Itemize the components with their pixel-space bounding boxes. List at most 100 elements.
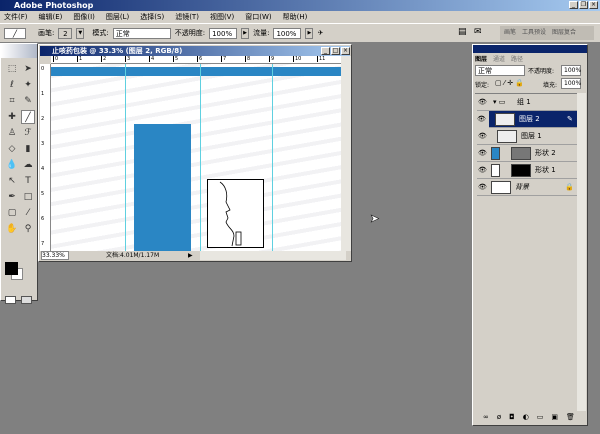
doc-info[interactable]: 文档:4.01M/1.17M <box>106 251 159 261</box>
healing-brush-tool-icon[interactable]: ✚ <box>5 110 19 124</box>
shape-tool-icon[interactable]: □ <box>21 190 35 204</box>
crop-tool-icon[interactable]: ⌗ <box>5 94 19 108</box>
layer-background[interactable]: 👁 背景 🔒 <box>477 179 577 196</box>
flow-slider-button[interactable]: ▶ <box>305 27 314 39</box>
menu-window[interactable]: 窗口(W) <box>245 11 271 23</box>
zoom-field[interactable]: 33.33% <box>41 251 69 260</box>
palette-well-layer-comps[interactable]: 图层复合 <box>552 26 576 40</box>
eraser-tool-icon[interactable]: ◇ <box>5 142 19 156</box>
doc-minimize-button[interactable]: _ <box>321 47 330 55</box>
hand-tool-icon[interactable]: ✋ <box>5 222 19 236</box>
dodge-tool-icon[interactable]: ☁ <box>21 158 35 172</box>
history-brush-tool-icon[interactable]: ℱ <box>21 126 35 140</box>
path-selection-tool-icon[interactable]: ↖ <box>5 174 19 188</box>
layer-style-icon[interactable]: ø <box>497 413 501 421</box>
clone-stamp-tool-icon[interactable]: ♙ <box>5 126 19 140</box>
vertical-ruler[interactable]: 0 1 2 3 4 5 6 7 <box>40 64 51 251</box>
top-blue-band <box>51 67 341 76</box>
horizontal-scrollbar[interactable] <box>200 251 346 260</box>
canvas[interactable] <box>51 64 341 251</box>
brush-tool-preset-icon[interactable]: ╱ <box>4 27 26 39</box>
menu-layer[interactable]: 图层(L) <box>106 11 129 23</box>
tab-layers[interactable]: 图层 <box>475 54 487 63</box>
move-tool-icon[interactable]: ➤ <box>21 62 35 76</box>
blur-tool-icon[interactable]: 💧 <box>5 158 19 172</box>
status-menu-arrow-icon[interactable]: ▶ <box>188 251 193 261</box>
guide-line[interactable] <box>272 64 273 251</box>
blue-rectangle-shape[interactable] <box>134 124 191 251</box>
restore-button[interactable]: ❐ <box>579 1 588 9</box>
doc-close-button[interactable]: × <box>341 47 350 55</box>
standard-mode-icon[interactable] <box>5 296 16 304</box>
eye-icon[interactable]: 👁 <box>478 98 487 106</box>
file-browser-icon[interactable]: ▤ <box>458 27 467 37</box>
layers-scrollbar[interactable] <box>577 93 586 411</box>
layer-opacity-input[interactable]: 100% <box>561 65 581 76</box>
eye-icon[interactable]: 👁 <box>477 115 486 123</box>
quick-mask-mode-icon[interactable] <box>21 296 32 304</box>
guide-line[interactable] <box>200 64 201 251</box>
magic-wand-tool-icon[interactable]: ✦ <box>21 78 35 92</box>
new-group-icon[interactable]: ▭ <box>537 413 544 421</box>
horizontal-ruler[interactable]: 0123456789101112 <box>51 56 349 64</box>
pen-tool-icon[interactable]: ✒ <box>5 190 19 204</box>
palette-well-brushes[interactable]: 画笔 <box>504 26 516 40</box>
menu-view[interactable]: 视图(V) <box>210 11 234 23</box>
menu-filter[interactable]: 滤镜(T) <box>175 11 199 23</box>
mode-label: 模式: <box>92 29 109 37</box>
blend-mode-select[interactable]: 正常 <box>475 65 525 76</box>
menu-image[interactable]: 图像(I) <box>73 11 95 23</box>
new-layer-icon[interactable]: ▣ <box>551 413 558 421</box>
brush-picker[interactable]: 2 <box>58 27 73 39</box>
airbrush-icon[interactable]: ✈ <box>317 29 323 37</box>
fill-color-thumbnail[interactable] <box>491 147 500 160</box>
add-mask-icon[interactable]: ◘ <box>509 413 515 421</box>
palette-icon[interactable]: ✉ <box>474 27 482 37</box>
type-tool-icon[interactable]: T <box>21 174 35 188</box>
minimize-button[interactable]: _ <box>569 1 578 9</box>
eye-icon[interactable]: 👁 <box>478 149 487 157</box>
fill-input[interactable]: 100% <box>561 78 581 89</box>
eye-icon[interactable]: 👁 <box>478 132 487 140</box>
trash-icon[interactable]: 🗑 <box>566 413 575 421</box>
eyedropper-tool-icon[interactable]: ⁄ <box>21 206 35 220</box>
mode-select[interactable]: 正常 <box>112 27 171 39</box>
profile-line-drawing[interactable] <box>207 179 264 248</box>
brush-tool-icon[interactable]: ╱ <box>21 110 35 124</box>
menu-edit[interactable]: 编辑(E) <box>39 11 63 23</box>
eye-icon[interactable]: 👁 <box>478 183 487 191</box>
doc-maximize-button[interactable]: □ <box>331 47 340 55</box>
slice-tool-icon[interactable]: ✎ <box>21 94 35 108</box>
layer-group-1[interactable]: 👁 ▾ ▭ 组 1 <box>477 94 577 111</box>
layer-1[interactable]: 👁 图层 1 <box>477 128 577 145</box>
marquee-tool-icon[interactable]: ⬚ <box>5 62 19 76</box>
brush-dropdown[interactable]: ▼ <box>76 27 85 39</box>
lock-icons[interactable]: ▢ ⁄ ✛ 🔒 <box>495 79 524 87</box>
foreground-color-swatch[interactable] <box>5 262 18 275</box>
zoom-tool-icon[interactable]: ⚲ <box>21 222 35 236</box>
link-icon[interactable]: ∞ <box>483 413 489 421</box>
notes-tool-icon[interactable]: ▢ <box>5 206 19 220</box>
guide-line[interactable] <box>125 64 126 251</box>
layer-2-selected[interactable]: 图层 2 ✎ <box>489 111 577 128</box>
tab-paths[interactable]: 路径 <box>511 54 523 63</box>
menu-file[interactable]: 文件(F) <box>4 11 28 23</box>
opacity-slider-button[interactable]: ▶ <box>241 27 250 39</box>
vertical-scrollbar[interactable] <box>341 56 351 251</box>
flow-input[interactable]: 100% <box>273 27 302 39</box>
layer-shape-2[interactable]: 👁 形状 2 <box>477 145 577 162</box>
palette-well-tool-presets[interactable]: 工具预设 <box>522 26 546 40</box>
adjustment-layer-icon[interactable]: ◐ <box>523 413 529 421</box>
menu-help[interactable]: 帮助(H) <box>283 11 308 23</box>
layer-shape-1[interactable]: 👁 形状 1 <box>477 162 577 179</box>
opacity-input[interactable]: 100% <box>209 27 238 39</box>
lasso-tool-icon[interactable]: ℓ <box>5 78 19 92</box>
vector-mask-thumbnail[interactable] <box>511 164 531 177</box>
close-button[interactable]: × <box>589 1 598 9</box>
menu-select[interactable]: 选择(S) <box>140 11 164 23</box>
gradient-tool-icon[interactable]: ▮ <box>21 142 35 156</box>
tab-channels[interactable]: 通道 <box>493 54 505 63</box>
fill-color-thumbnail[interactable] <box>491 164 500 177</box>
vector-mask-thumbnail[interactable] <box>511 147 531 160</box>
eye-icon[interactable]: 👁 <box>478 166 487 174</box>
